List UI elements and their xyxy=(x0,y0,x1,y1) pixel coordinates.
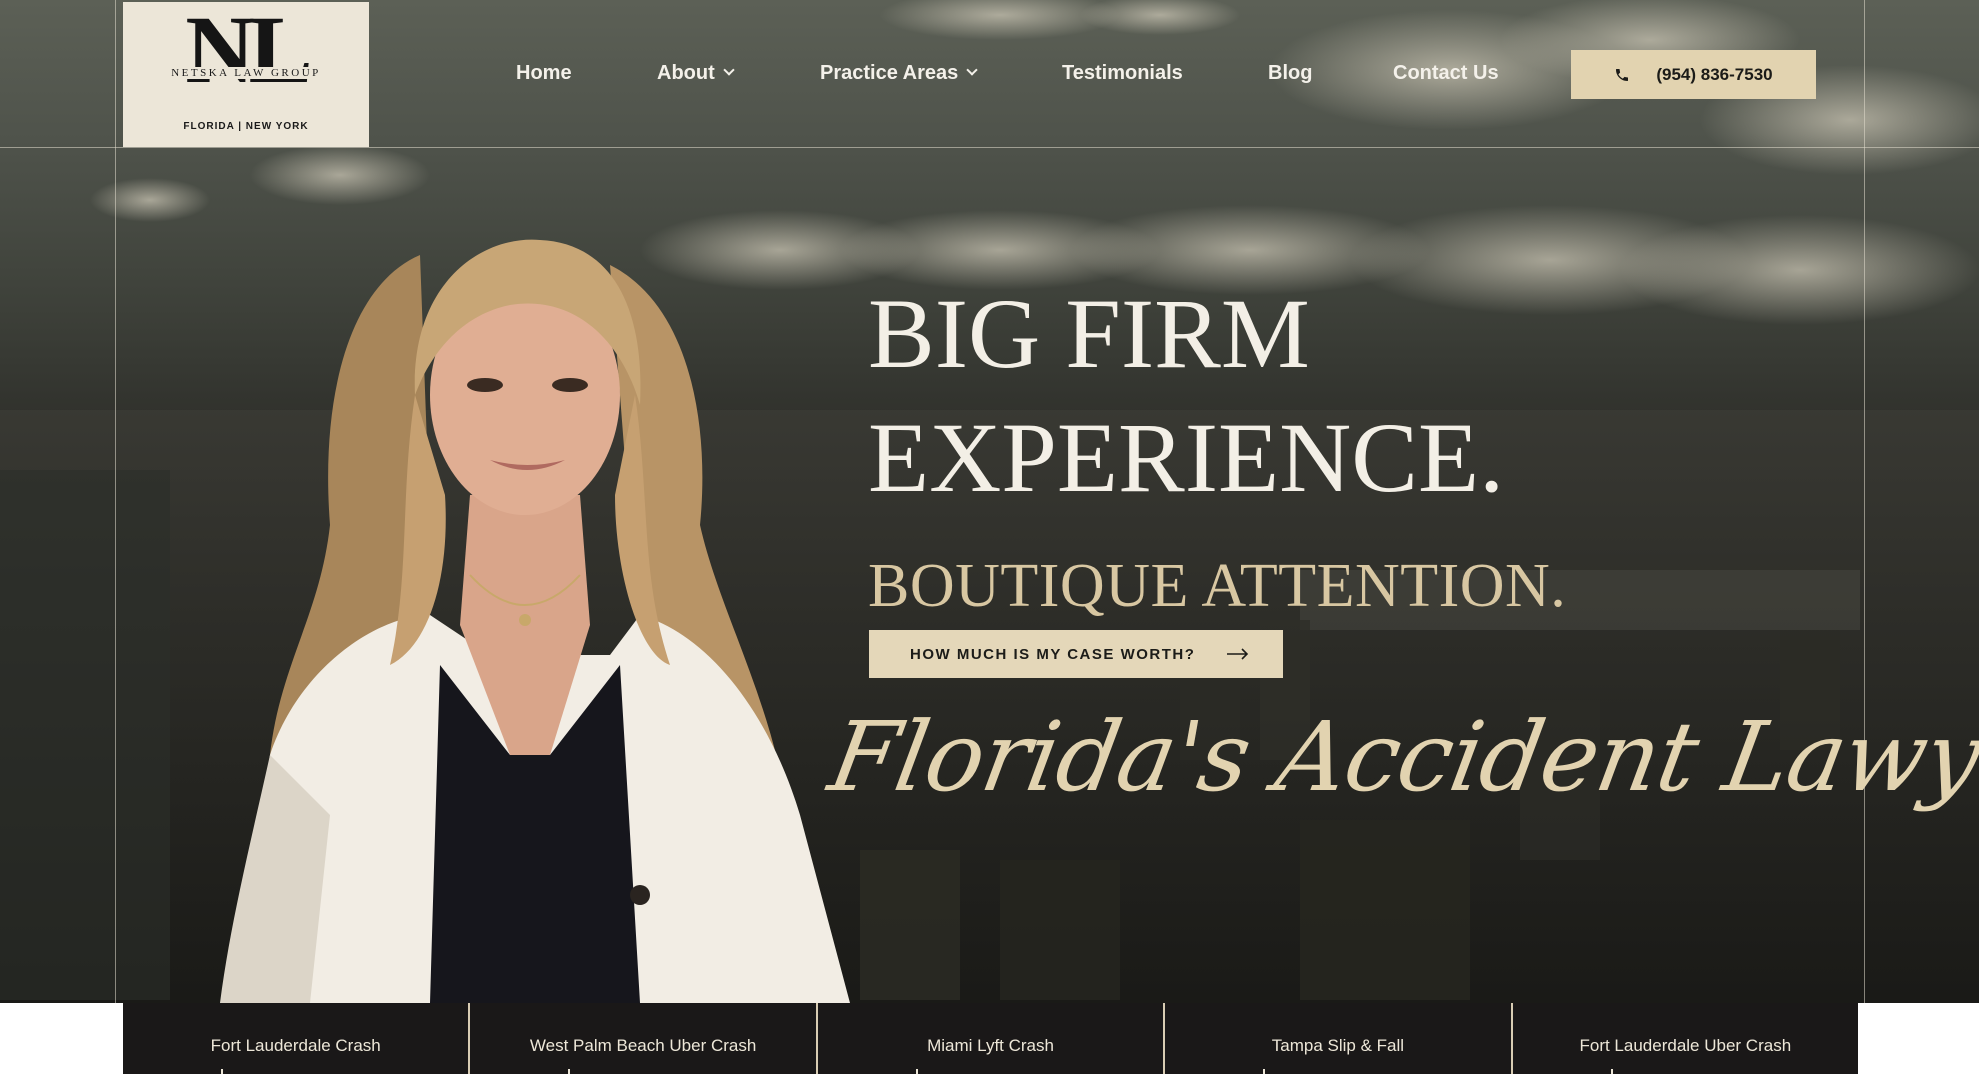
hero-section: NL NETSKA LAW GROUP FLORIDA | NEW YORK H… xyxy=(0,0,1979,1003)
arrow-right-icon xyxy=(1227,648,1249,660)
case-tab-label: Miami Lyft Crash xyxy=(927,1036,1054,1055)
frame-line-right xyxy=(1864,0,1865,1003)
attorney-portrait xyxy=(220,239,850,1003)
chevron-down-icon xyxy=(966,64,978,76)
logo-locations: FLORIDA | NEW YORK xyxy=(183,121,309,132)
case-worth-button[interactable]: HOW MUCH IS MY CASE WORTH? xyxy=(869,630,1283,678)
nav-home-label: Home xyxy=(516,62,572,84)
frame-line-left xyxy=(115,0,116,1003)
nav-contact-us-label: Contact Us xyxy=(1393,62,1499,84)
case-tab-fort-lauderdale-uber-crash[interactable]: Fort Lauderdale Uber Crash xyxy=(1510,1003,1859,1074)
nav-practice-areas[interactable]: Practice Areas xyxy=(820,58,978,88)
logo-monogram: NL xyxy=(185,10,314,103)
case-tab-label: Fort Lauderdale Uber Crash xyxy=(1579,1036,1792,1055)
logo-monogram-text: NL xyxy=(185,10,308,103)
nav-home[interactable]: Home xyxy=(516,58,572,88)
phone-icon xyxy=(1616,68,1629,81)
nav-about[interactable]: About xyxy=(657,58,735,88)
tab-marker xyxy=(221,1069,223,1074)
nav-testimonials[interactable]: Testimonials xyxy=(1062,58,1183,88)
nav-about-label: About xyxy=(657,62,715,84)
page: NL NETSKA LAW GROUP FLORIDA | NEW YORK H… xyxy=(0,0,1979,1074)
phone-number: (954) 836-7530 xyxy=(1656,64,1773,84)
case-tab-label: Fort Lauderdale Crash xyxy=(210,1036,381,1055)
case-worth-button-label: HOW MUCH IS MY CASE WORTH? xyxy=(910,645,1196,663)
tab-marker xyxy=(568,1069,571,1074)
case-tab-fort-lauderdale-crash[interactable]: Fort Lauderdale Crash xyxy=(123,1003,469,1074)
case-tab-label: Tampa Slip & Fall xyxy=(1271,1036,1405,1055)
case-tab-tampa-slip-fall[interactable]: Tampa Slip & Fall xyxy=(1163,1003,1511,1074)
logo[interactable]: NL NETSKA LAW GROUP FLORIDA | NEW YORK xyxy=(123,2,369,147)
phone-button[interactable]: (954) 836-7530 xyxy=(1571,50,1816,99)
nav-blog-label: Blog xyxy=(1268,62,1313,84)
tagline: Florida's Accident Lawyer xyxy=(821,701,1979,813)
chevron-down-icon xyxy=(723,64,735,76)
subheadline: BOUTIQUE ATTENTION. xyxy=(868,552,1567,620)
tab-marker xyxy=(1263,1069,1266,1074)
nav-practice-areas-label: Practice Areas xyxy=(820,62,959,84)
nav-testimonials-label: Testimonials xyxy=(1062,62,1183,84)
headline-line-1: BIG FIRM xyxy=(868,278,1310,389)
logo-firm-name: NETSKA LAW GROUP xyxy=(123,67,369,79)
tab-marker xyxy=(915,1069,918,1074)
case-tab-miami-lyft-crash[interactable]: Miami Lyft Crash xyxy=(815,1003,1164,1074)
nav-blog[interactable]: Blog xyxy=(1268,58,1312,88)
nav-contact-us[interactable]: Contact Us xyxy=(1393,58,1499,88)
case-tab-west-palm-beach-uber-crash[interactable]: West Palm Beach Uber Crash xyxy=(468,1003,816,1074)
tab-marker xyxy=(1610,1069,1613,1074)
headline-line-2: EXPERIENCE. xyxy=(868,402,1505,513)
case-tab-label: West Palm Beach Uber Crash xyxy=(529,1036,757,1055)
case-results-tabs: Fort Lauderdale Crash West Palm Beach Ub… xyxy=(123,1003,1859,1074)
header-divider xyxy=(0,147,1979,148)
